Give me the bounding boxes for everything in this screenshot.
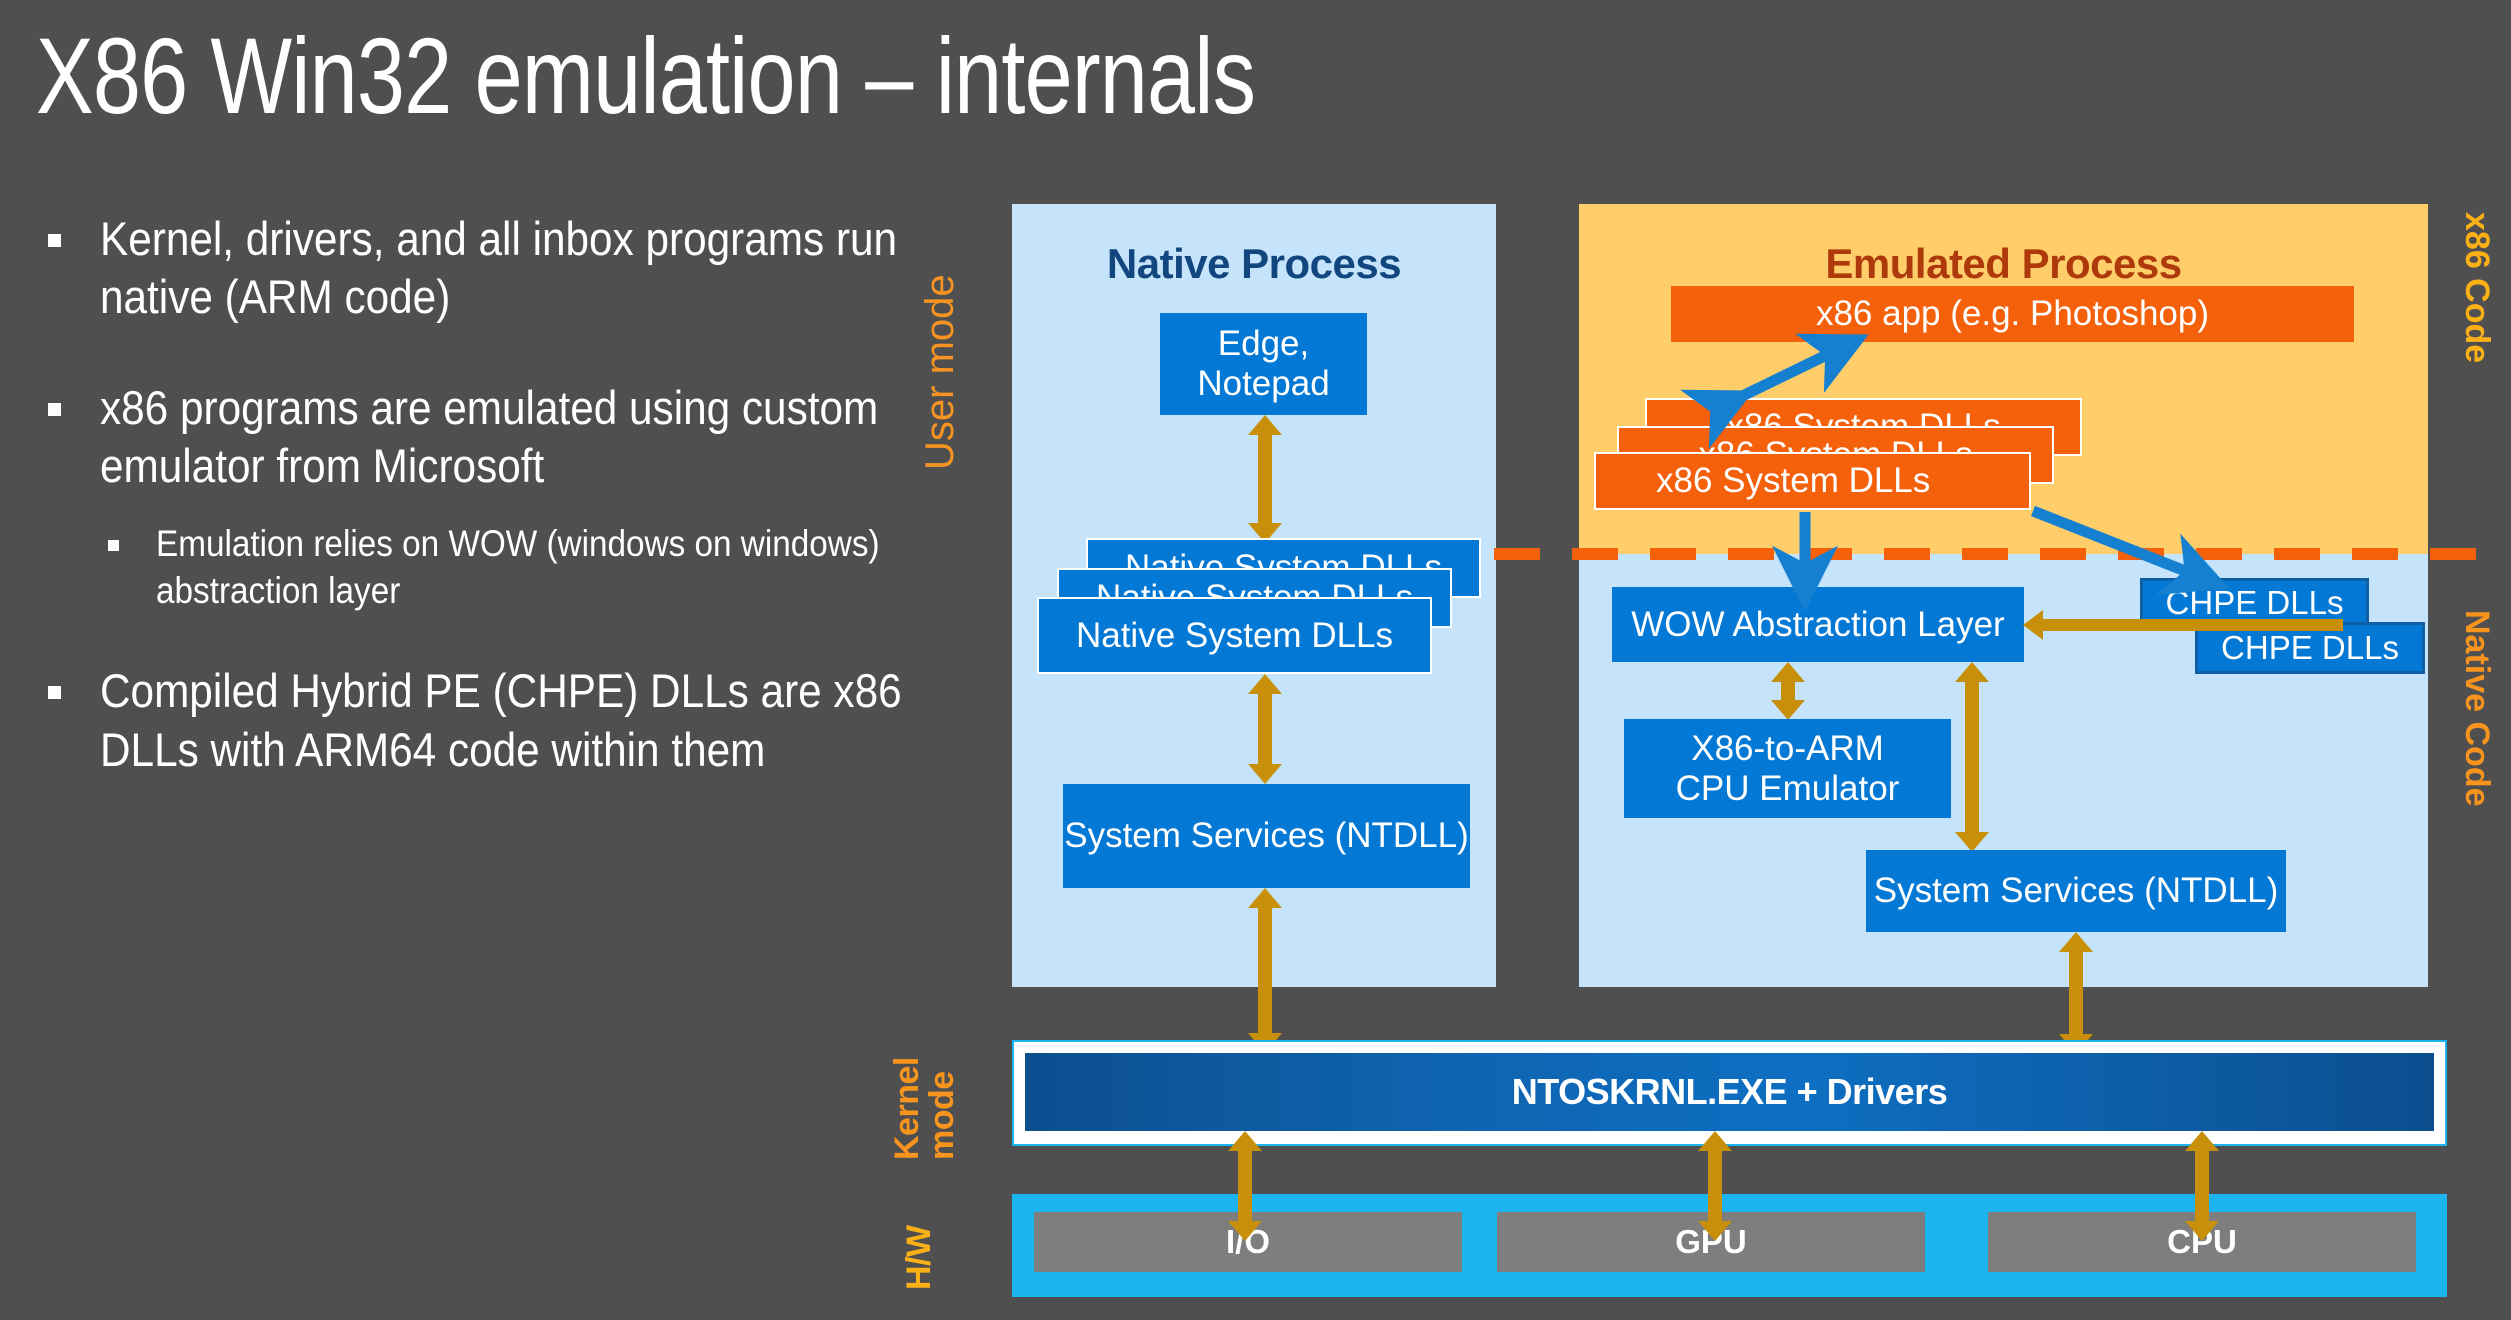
arrow-chpe-to-wow bbox=[2023, 608, 2343, 642]
label-kernel-mode-line2: mode bbox=[923, 1071, 962, 1160]
label-native-code: Native Code bbox=[2458, 610, 2496, 807]
arrow-head-down-icon bbox=[1771, 700, 1805, 720]
bullet-text: Compiled Hybrid PE (CHPE) DLLs are x86 D… bbox=[100, 664, 902, 776]
bullet-item: x86 programs are emulated using custom e… bbox=[24, 379, 954, 496]
arrow-head-down-icon bbox=[1248, 764, 1282, 784]
arrow-shaft bbox=[1238, 1145, 1252, 1227]
x86-app-label: x86 app (e.g. Photoshop) bbox=[1815, 294, 2210, 334]
arrow-wow-to-cpu-emulator bbox=[1768, 662, 1808, 720]
arrow-kernel-to-cpu bbox=[2182, 1131, 2222, 1241]
arrow-shaft bbox=[1965, 676, 1979, 838]
label-kernel-mode: Kernel mode bbox=[888, 970, 962, 1160]
label-hardware: H/W bbox=[900, 1225, 938, 1290]
native-dll-label: Native System DLLs bbox=[1075, 615, 1394, 655]
arrow-head-left-icon bbox=[2023, 610, 2043, 640]
arrow-kernel-to-gpu bbox=[1695, 1131, 1735, 1241]
emulated-ntdll-box: System Services (NTDLL) bbox=[1866, 850, 2286, 932]
bullet-item: Kernel, drivers, and all inbox programs … bbox=[24, 210, 954, 327]
arrow-wow-to-emulated-ntdll bbox=[1952, 662, 1992, 852]
label-user-mode: User mode bbox=[918, 274, 962, 470]
bullet-item: Emulation relies on WOW (windows on wind… bbox=[24, 521, 954, 614]
bullet-text: Emulation relies on WOW (windows on wind… bbox=[156, 523, 880, 611]
arrow-shaft bbox=[2195, 1145, 2209, 1227]
native-app-box-line1: Edge, bbox=[1217, 324, 1310, 364]
native-dll-box: Native System DLLs bbox=[1037, 597, 1432, 674]
page-title: X86 Win32 emulation – internals bbox=[36, 15, 1256, 136]
arrow-emulated-ntdll-to-kernel bbox=[2056, 932, 2096, 1054]
emulated-process-title: Emulated Process bbox=[1825, 240, 2182, 287]
cpu-emulator-box: X86-to-ARM CPU Emulator bbox=[1624, 719, 1951, 818]
arrow-head-down-icon bbox=[2185, 1221, 2219, 1241]
arrow-shaft bbox=[2041, 619, 2343, 631]
emulated-ntdll-label: System Services (NTDLL) bbox=[1873, 871, 2279, 911]
x86-dll-label: x86 System DLLs bbox=[1656, 461, 1931, 501]
native-ntdll-box: System Services (NTDLL) bbox=[1063, 784, 1470, 888]
bullet-item: Compiled Hybrid PE (CHPE) DLLs are x86 D… bbox=[24, 662, 954, 779]
arrow-native-app-to-dlls bbox=[1245, 415, 1285, 543]
label-kernel-mode-line1: Kernel bbox=[888, 1057, 926, 1160]
arrow-head-down-icon bbox=[1955, 832, 1989, 852]
user-kernel-code-divider bbox=[1494, 548, 2500, 560]
slide-canvas: X86 Win32 emulation – internals Kernel, … bbox=[0, 0, 2511, 1320]
cpu-emulator-line1: X86-to-ARM bbox=[1691, 728, 1884, 768]
native-app-box: Edge, Notepad bbox=[1160, 313, 1367, 415]
bullet-list: Kernel, drivers, and all inbox programs … bbox=[24, 210, 954, 805]
bullet-marker-icon bbox=[48, 234, 61, 247]
bullet-text: x86 programs are emulated using custom e… bbox=[100, 380, 879, 492]
native-ntdll-label: System Services (NTDLL) bbox=[1064, 816, 1469, 856]
wow-abstraction-layer-label: WOW Abstraction Layer bbox=[1631, 604, 2005, 644]
arrow-head-down-icon bbox=[1228, 1221, 1262, 1241]
arrow-shaft bbox=[1708, 1145, 1722, 1227]
kernel-label: NTOSKRNL.EXE + Drivers bbox=[1511, 1071, 1948, 1112]
arrow-native-ntdll-to-kernel bbox=[1245, 888, 1285, 1053]
cpu-emulator-line2: CPU Emulator bbox=[1675, 768, 1900, 808]
x86-app-box: x86 app (e.g. Photoshop) bbox=[1671, 286, 2354, 342]
arrow-shaft bbox=[1258, 688, 1272, 770]
arrow-native-dlls-to-ntdll bbox=[1245, 674, 1285, 784]
bullet-marker-icon bbox=[108, 540, 119, 552]
bullet-marker-icon bbox=[48, 402, 61, 416]
arrow-shaft bbox=[1258, 429, 1272, 529]
bullet-marker-icon bbox=[48, 686, 61, 700]
arrow-head-down-icon bbox=[1698, 1221, 1732, 1241]
arrow-kernel-to-io bbox=[1225, 1131, 1265, 1241]
kernel-bar: NTOSKRNL.EXE + Drivers bbox=[1025, 1053, 2434, 1131]
arrow-shaft bbox=[2069, 946, 2083, 1040]
arrow-shaft bbox=[1258, 902, 1272, 1039]
label-x86-code: x86 Code bbox=[2458, 212, 2496, 364]
native-app-box-line2: Notepad bbox=[1197, 364, 1330, 403]
native-process-title: Native Process bbox=[1106, 240, 1402, 287]
bullet-text: Kernel, drivers, and all inbox programs … bbox=[100, 212, 898, 324]
x86-dll-box: x86 System DLLs bbox=[1594, 452, 2031, 510]
wow-abstraction-layer-box: WOW Abstraction Layer bbox=[1612, 587, 2024, 662]
